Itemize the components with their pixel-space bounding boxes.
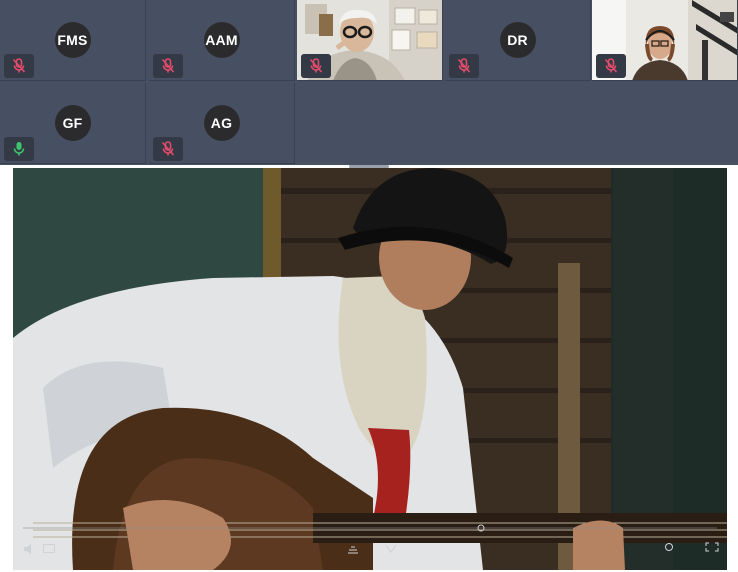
mic-off-icon[interactable] (596, 54, 626, 78)
mic-off-icon[interactable] (4, 54, 34, 78)
participant-tile-aam[interactable]: AAM (149, 0, 295, 81)
avatar-initials: GF (62, 115, 83, 131)
video-frame (13, 168, 727, 570)
avatar: DR (499, 22, 536, 58)
mic-icon[interactable] (4, 137, 34, 161)
avatar-initials: DR (507, 32, 528, 48)
main-stage (0, 168, 738, 572)
shared-video[interactable] (13, 168, 727, 570)
participant-tile-fms[interactable]: FMS (0, 0, 146, 81)
participant-tile-dr[interactable]: DR (445, 0, 591, 81)
avatar-initials: AG (210, 115, 233, 131)
participant-tile-gf[interactable]: GF (0, 83, 146, 164)
fullscreen-icon[interactable] (705, 542, 719, 552)
captions-icon[interactable] (43, 544, 55, 554)
avatar: GF (54, 105, 91, 141)
share-icon[interactable] (385, 544, 397, 554)
mic-off-icon[interactable] (301, 54, 331, 78)
avatar: AAM (203, 22, 240, 58)
volume-icon[interactable] (23, 544, 37, 554)
participant-tile-video-1[interactable] (297, 0, 443, 81)
participant-tile-ag[interactable]: AG (149, 83, 295, 164)
mic-off-icon[interactable] (449, 54, 479, 78)
avatar: AG (203, 105, 240, 141)
mic-off-icon[interactable] (153, 54, 183, 78)
avatar-initials: AAM (205, 32, 238, 48)
mic-off-icon[interactable] (153, 137, 183, 161)
cast-icon[interactable] (347, 544, 359, 554)
settings-icon[interactable] (663, 542, 675, 552)
avatar: FMS (54, 22, 91, 58)
participant-grid: FMS AAM DR GF AG (0, 0, 738, 165)
avatar-initials: FMS (57, 32, 88, 48)
participant-tile-video-2[interactable] (592, 0, 738, 81)
